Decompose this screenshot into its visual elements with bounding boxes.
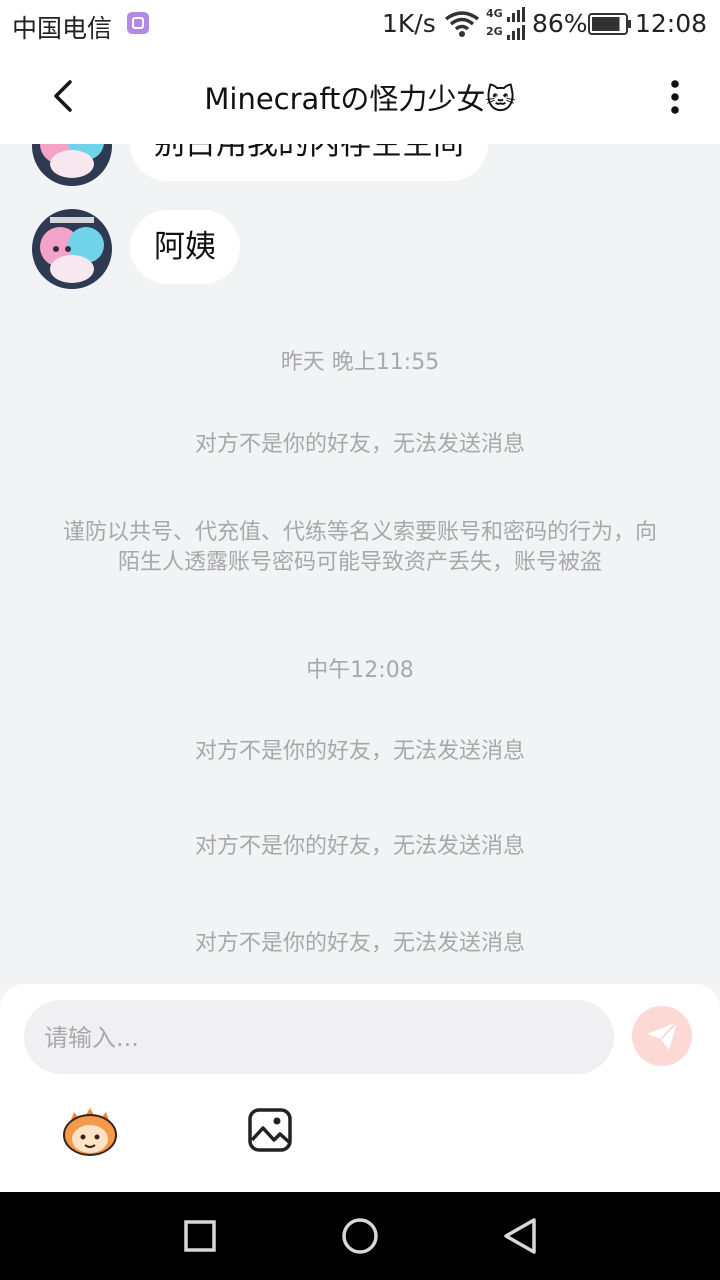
recent-apps-icon[interactable] (180, 1216, 220, 1256)
signal-type-4g: 4G (486, 7, 503, 20)
battery-percent: 86% (532, 9, 588, 38)
chevron-left-icon[interactable] (44, 76, 84, 116)
input-panel (0, 984, 720, 1192)
timestamp: 昨天 晚上11:55 (280, 350, 440, 375)
system-notice: 对方不是你的好友，无法发送消息 (194, 432, 525, 457)
chat-header: Minecraftの怪力少女🐱 (0, 50, 720, 144)
message-input[interactable] (42, 1000, 586, 1076)
chat-title: Minecraftの怪力少女🐱 (204, 82, 516, 116)
carrier-name: 中国电信 (12, 14, 113, 43)
system-notice: 对方不是你的好友，无法发送消息 (194, 834, 525, 859)
home-icon[interactable] (340, 1216, 380, 1256)
gallery-notification-icon (127, 12, 149, 34)
image-icon[interactable] (246, 1106, 294, 1154)
avatar[interactable] (32, 144, 112, 186)
emoji-mascot-icon[interactable] (60, 1102, 120, 1158)
security-warning: 谨防以共号、代充值、代练等名义索要账号和密码的行为，向陌生人透露账号密码可能导致… (62, 520, 657, 575)
system-navigation-bar (0, 1192, 720, 1280)
timestamp: 中午12:08 (306, 658, 414, 683)
send-icon (647, 1021, 678, 1050)
system-notice: 对方不是你的好友，无法发送消息 (194, 739, 525, 764)
cellular-signal-icon: 4G 2G (486, 7, 525, 40)
signal-type-2g: 2G (486, 25, 503, 38)
system-notice: 对方不是你的好友，无法发送消息 (194, 931, 525, 956)
send-button[interactable] (632, 1006, 692, 1066)
status-time: 12:08 (634, 9, 707, 38)
network-speed: 1K/s (382, 9, 436, 38)
message-input-container[interactable] (24, 1000, 614, 1076)
back-triangle-icon[interactable] (500, 1216, 540, 1256)
status-bar: 中国电信 1K/s 4G 2G 86% 12:08 (0, 0, 720, 50)
wifi-icon (444, 11, 480, 37)
message-bubble[interactable]: 别占用我的内存空空间 (130, 144, 488, 181)
message-list[interactable]: 别占用我的内存空空间 阿姨 昨天 晚上11:55 对方不是你的好友，无法发送消息… (0, 144, 720, 984)
avatar[interactable] (32, 209, 112, 289)
more-vertical-icon[interactable] (660, 78, 690, 116)
battery-icon (588, 13, 631, 35)
message-bubble[interactable]: 阿姨 (130, 210, 240, 284)
